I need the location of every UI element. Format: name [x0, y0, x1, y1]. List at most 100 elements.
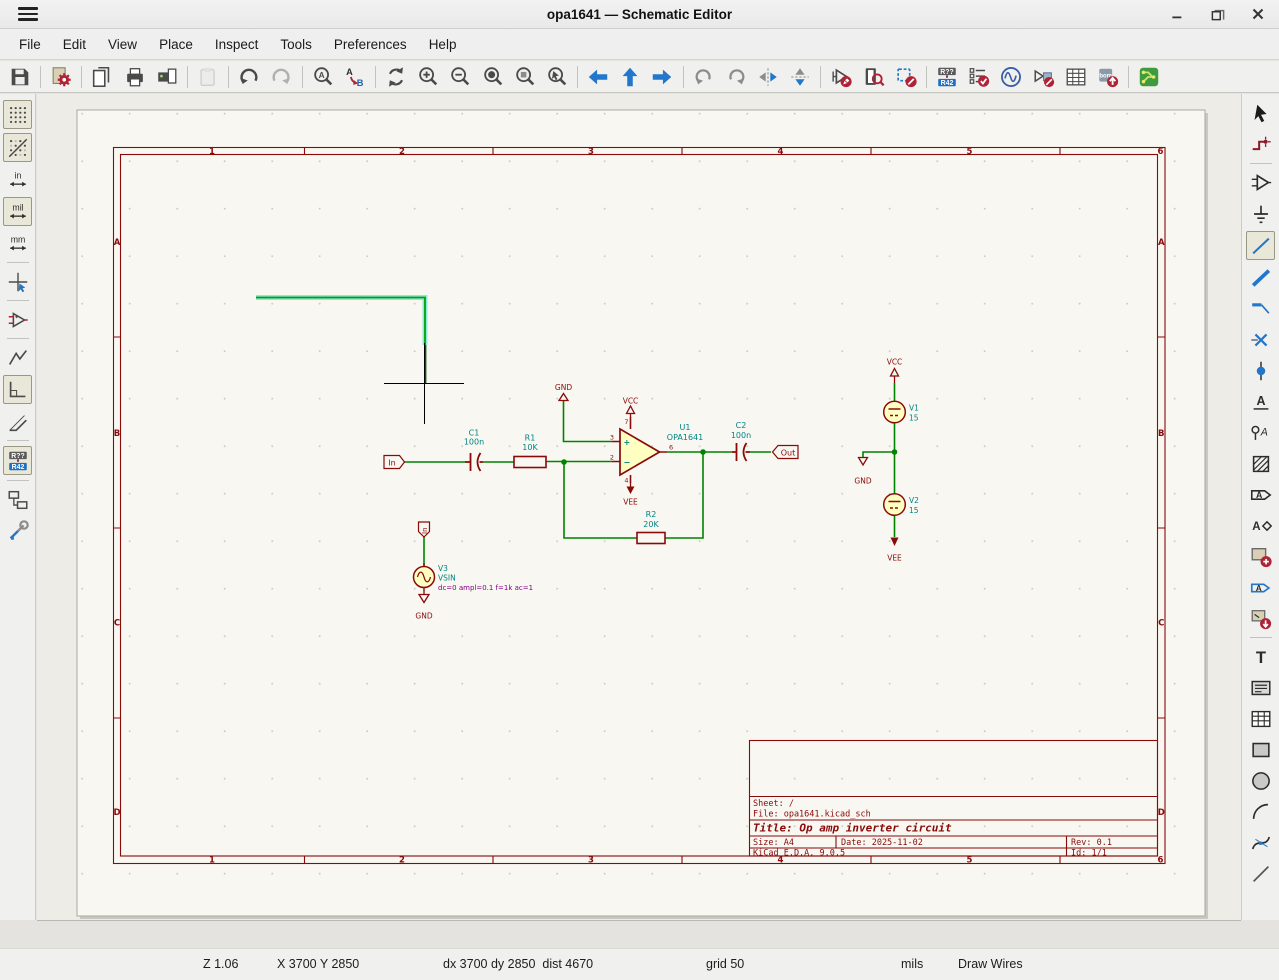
hv-wires-button[interactable]	[3, 375, 32, 404]
drawwire-icon	[1249, 234, 1273, 258]
mirror-horizontal-button[interactable]	[755, 63, 782, 90]
show-hidden-pins-button[interactable]	[4, 306, 31, 333]
annotate-button[interactable]: R??R42	[933, 63, 960, 90]
restore-icon[interactable]	[1209, 5, 1227, 23]
arc-button[interactable]	[1247, 798, 1274, 825]
save-button[interactable]	[7, 63, 34, 90]
junction-button[interactable]	[1247, 357, 1274, 384]
open-pcb-editor-button[interactable]	[1136, 63, 1163, 90]
global-label-out[interactable]: Out	[773, 446, 799, 459]
zoom-out-button[interactable]	[447, 63, 474, 90]
menu-tools[interactable]: Tools	[269, 33, 323, 56]
draw-bus-button[interactable]	[1247, 264, 1274, 291]
menu-edit[interactable]: Edit	[52, 33, 97, 56]
text-button[interactable]: T	[1247, 643, 1274, 670]
global-label-in-v3[interactable]: In	[419, 522, 430, 537]
draw-wire-button[interactable]	[1246, 231, 1275, 260]
assign-footprints-button[interactable]	[1030, 63, 1057, 90]
place-power-symbol-button[interactable]	[1247, 200, 1274, 227]
right-toolbar: AAAAAT	[1241, 94, 1279, 920]
hierarchical-sheet-button[interactable]	[1247, 543, 1274, 570]
find-button[interactable]: A	[309, 63, 336, 90]
schematic-canvas[interactable]: 112233445566AABBCCDD Sheet: / File: opa1…	[37, 94, 1241, 921]
menu-inspect[interactable]: Inspect	[204, 33, 270, 56]
titleblock-id: Id: 1/1	[1071, 849, 1107, 859]
export-bom-button[interactable]: bom	[1094, 63, 1121, 90]
rectangle-button[interactable]	[1247, 736, 1274, 763]
find-replace-button[interactable]: AB	[341, 63, 368, 90]
properties-manager-button[interactable]	[4, 517, 31, 544]
rotate-cw-button[interactable]	[722, 63, 749, 90]
grid-overrides-button[interactable]	[3, 133, 32, 162]
fullscreen-cursor-button[interactable]	[4, 268, 31, 295]
sheet-pin-button[interactable]	[1247, 605, 1274, 632]
global-label-in[interactable]: In	[384, 456, 405, 469]
menu-file[interactable]: File	[8, 33, 52, 56]
hierarchical-label-button[interactable]: A	[1247, 512, 1274, 539]
recticon-icon	[1249, 738, 1273, 762]
erc-check-button[interactable]	[966, 63, 993, 90]
bezier-button[interactable]	[1247, 829, 1274, 856]
source-v1[interactable]: V1 15	[884, 401, 919, 423]
rotate-ccw-button[interactable]	[690, 63, 717, 90]
select-tool-button[interactable]	[1247, 100, 1274, 127]
print-button[interactable]	[121, 63, 148, 90]
netclass-directive-button[interactable]: A	[1247, 419, 1274, 446]
rotccw-icon	[692, 65, 716, 89]
global-label-button[interactable]: A	[1247, 481, 1274, 508]
zoom-to-fit-button[interactable]	[479, 63, 506, 90]
mirror-vertical-button[interactable]	[787, 63, 814, 90]
simulator-button[interactable]	[998, 63, 1025, 90]
circle-button[interactable]	[1247, 767, 1274, 794]
titleblock-sheet: Sheet: /	[753, 799, 794, 809]
close-icon[interactable]	[1249, 5, 1267, 23]
zoom-to-selection-button[interactable]	[543, 63, 570, 90]
table-button[interactable]	[1247, 705, 1274, 732]
nav-back-button[interactable]	[585, 63, 612, 90]
menu-help[interactable]: Help	[418, 33, 468, 56]
nav-up-button[interactable]	[617, 63, 644, 90]
symbol-library-browser-button[interactable]	[860, 63, 887, 90]
units-mm-button[interactable]: mm	[4, 230, 31, 257]
plot-button[interactable]	[153, 63, 180, 90]
page-settings-button[interactable]	[89, 63, 116, 90]
save-icon	[8, 65, 32, 89]
menu-preferences[interactable]: Preferences	[323, 33, 418, 56]
lineicon-icon	[1249, 862, 1273, 886]
import-sheet-pin-button[interactable]: A	[1247, 574, 1274, 601]
refresh-button[interactable]	[382, 63, 409, 90]
zoom-to-objects-button[interactable]	[511, 63, 538, 90]
line-button[interactable]	[1247, 860, 1274, 887]
minimize-icon[interactable]	[1169, 5, 1187, 23]
symbol-editor-button[interactable]	[828, 63, 855, 90]
svg-text:mm: mm	[10, 234, 25, 244]
rule-area-button[interactable]	[1247, 450, 1274, 477]
net-label-button[interactable]: A	[1247, 388, 1274, 415]
nav-forward-button[interactable]	[649, 63, 676, 90]
menu-place[interactable]: Place	[148, 33, 204, 56]
zoom-in-button[interactable]	[415, 63, 442, 90]
source-v2[interactable]: V2 15	[884, 494, 919, 516]
grid-visibility-button[interactable]	[3, 100, 32, 129]
schematic-setup-button[interactable]	[48, 63, 75, 90]
hierarchy-navigator-button[interactable]	[4, 486, 31, 513]
show-directive-labels-button[interactable]: R??R42	[3, 446, 32, 475]
units-inches-button[interactable]: in	[4, 166, 31, 193]
place-symbol-button[interactable]	[1247, 169, 1274, 196]
no-connect-flag-button[interactable]	[1247, 326, 1274, 353]
undo-button[interactable]	[236, 63, 263, 90]
symbol-fields-table-button[interactable]	[1062, 63, 1089, 90]
highlight-net-button[interactable]	[1247, 131, 1274, 158]
free-angle-wires-button[interactable]	[4, 344, 31, 371]
menu-view[interactable]: View	[97, 33, 148, 56]
units-mils-button[interactable]: mil	[3, 197, 32, 226]
frame-grid-label: 4	[778, 147, 784, 157]
45-degree-wires-button[interactable]	[4, 408, 31, 435]
texticon-icon: T	[1249, 645, 1273, 669]
wire-to-bus-entry-button[interactable]	[1247, 295, 1274, 322]
text-box-button[interactable]	[1247, 674, 1274, 701]
out-label-text: Out	[781, 449, 796, 458]
toolbar-separator	[7, 480, 29, 481]
navback-icon	[586, 65, 610, 89]
footprint-editor-button[interactable]	[892, 63, 919, 90]
